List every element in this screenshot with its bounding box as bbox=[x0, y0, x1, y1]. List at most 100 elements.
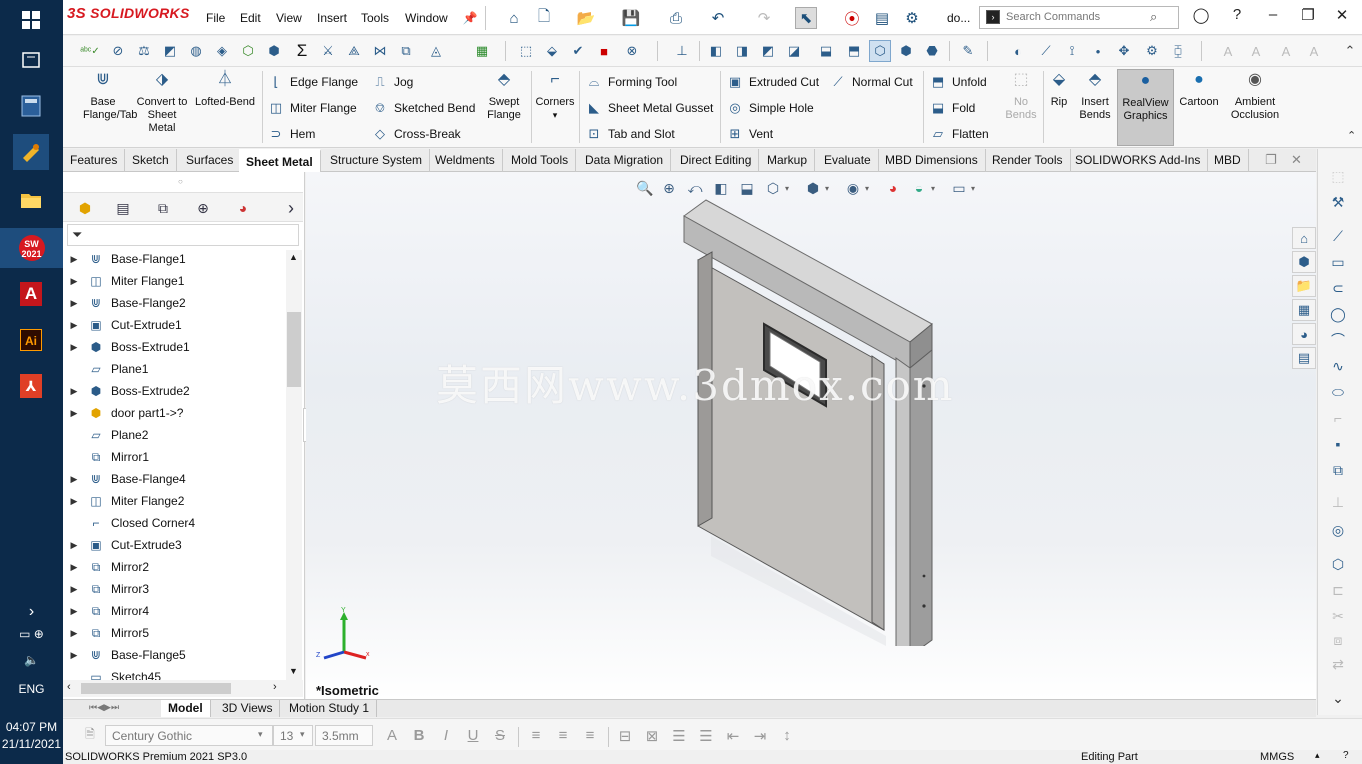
help-icon[interactable]: ? bbox=[1224, 6, 1250, 30]
lofted-bend-button[interactable]: ⏃ Lofted-Bend bbox=[191, 69, 259, 109]
check-icon[interactable]: ◈ bbox=[211, 40, 233, 62]
door-3d-model[interactable] bbox=[676, 196, 946, 646]
view-front-icon[interactable]: ◧ bbox=[705, 40, 727, 62]
tab-render-tools[interactable]: Render Tools bbox=[985, 149, 1071, 172]
customize-status-icon[interactable]: ? bbox=[1343, 750, 1349, 761]
tree-item[interactable]: ▶ ▣ Cut-Extrude3 bbox=[63, 534, 285, 556]
scroll-down-arrow-icon[interactable]: ▼ bbox=[289, 666, 298, 676]
sensor-icon[interactable]: ◍ bbox=[185, 40, 207, 62]
graphics-viewport[interactable]: 🔍 ⊕ ⤺ ◧ ⬓ ⬡ ▾ ⬢ ▾ ◉ ▾ ◕ ◒ ▾ ▭ ▾ 莫西网www.3… bbox=[306, 172, 1316, 699]
zoom-to-fit-icon[interactable]: 🔍 bbox=[634, 177, 656, 199]
font-select[interactable]: Century Gothic ▾ bbox=[105, 725, 273, 746]
move-icon[interactable]: ✥ bbox=[1113, 40, 1135, 62]
unfold-button[interactable]: ⬒ Unfold bbox=[929, 72, 987, 92]
tree-vertical-scrollbar[interactable]: ▲ ▼ bbox=[286, 250, 302, 680]
simple-hole-button[interactable]: ◎ Simple Hole bbox=[726, 98, 813, 118]
tree-item[interactable]: ▶ ⧉ Mirror4 bbox=[63, 600, 285, 622]
indent-increase-icon[interactable]: ⇥ bbox=[749, 725, 771, 746]
open-icon[interactable]: 📂 bbox=[575, 7, 597, 29]
revision-icon[interactable]: A bbox=[1303, 40, 1325, 62]
design-library-icon[interactable]: ⬢ bbox=[1292, 251, 1316, 273]
tab-solidworks-addins[interactable]: SOLIDWORKS Add-Ins bbox=[1068, 149, 1209, 172]
3d-sketch-icon[interactable]: ⬡ bbox=[1326, 553, 1350, 575]
tab-mold-tools[interactable]: Mold Tools bbox=[504, 149, 577, 172]
text-icon[interactable]: A bbox=[1217, 40, 1239, 62]
tree-item[interactable]: ▶ ◫ Miter Flange2 bbox=[63, 490, 285, 512]
sketch-disabled-icon[interactable]: ⬚ bbox=[1326, 165, 1350, 187]
search-icon[interactable]: ⌕ bbox=[1150, 9, 1157, 25]
symmetry-check-icon[interactable]: ⧉ bbox=[395, 40, 417, 62]
tree-item[interactable]: ▶ ⧉ Mirror3 bbox=[63, 578, 285, 600]
tab-mbd-dimensions[interactable]: MBD Dimensions bbox=[878, 149, 986, 172]
network-icon[interactable]: ▭ ⊕ bbox=[0, 627, 63, 641]
tree-item[interactable]: ▶ ⋓ Base-Flange1 bbox=[63, 248, 285, 270]
expand-arrow-icon[interactable]: ▶ bbox=[63, 298, 85, 309]
spell-check-icon[interactable]: ᵃᵇᶜ✓ bbox=[79, 40, 101, 62]
insert-bends-button[interactable]: ⬘ Insert Bends bbox=[1075, 69, 1115, 122]
tree-item[interactable]: ▱ Plane2 bbox=[63, 424, 285, 446]
align-left-icon[interactable]: ≡ bbox=[525, 725, 547, 746]
tab-sheet-metal[interactable]: Sheet Metal bbox=[239, 149, 321, 172]
chevron-right-icon[interactable]: › bbox=[0, 603, 63, 621]
close-document-icon[interactable]: ✕ bbox=[1291, 152, 1302, 168]
illustrator-icon[interactable]: Ai bbox=[13, 322, 49, 358]
settings-cog-icon[interactable]: ⚙ bbox=[1141, 40, 1163, 62]
tree-item[interactable]: ▶ ⋓ Base-Flange4 bbox=[63, 468, 285, 490]
custom-properties-icon[interactable]: ▤ bbox=[1292, 347, 1316, 369]
mirror-entities-icon[interactable]: ⊥ bbox=[1326, 491, 1350, 513]
toolbar-overflow-icon[interactable]: ⌃ bbox=[1339, 40, 1361, 62]
flatten-button[interactable]: ▱ Flatten bbox=[929, 124, 989, 144]
dimxpert-manager-tab-icon[interactable]: ⊕ bbox=[185, 196, 221, 220]
sketch-point-icon[interactable]: ▪ bbox=[1326, 433, 1350, 455]
offset-entities-icon[interactable]: ⧉ bbox=[1326, 459, 1350, 481]
file-properties-icon[interactable]: ▤ bbox=[871, 7, 893, 29]
tab-model[interactable]: Model bbox=[161, 700, 211, 717]
tab-surfaces[interactable]: Surfaces bbox=[179, 149, 242, 172]
tab-structure-system[interactable]: Structure System bbox=[323, 149, 431, 172]
forming-tool-button[interactable]: ⌓ Forming Tool bbox=[585, 72, 677, 92]
search-commands-input[interactable]: › Search Commands ⌕ bbox=[979, 6, 1179, 29]
tree-item[interactable]: ▶ ⬢ Boss-Extrude2 bbox=[63, 380, 285, 402]
circle-icon[interactable]: ◯ bbox=[1326, 303, 1350, 325]
solidworks-resources-home-icon[interactable]: ⌂ bbox=[1292, 227, 1316, 249]
configuration-manager-tab-icon[interactable]: ⧉ bbox=[145, 196, 181, 220]
note-icon[interactable]: A bbox=[1245, 40, 1267, 62]
print-icon[interactable]: ⎙ bbox=[665, 7, 687, 29]
view-back-icon[interactable]: ◨ bbox=[731, 40, 753, 62]
reference-geometry-icon[interactable]: ◎ bbox=[1326, 519, 1350, 541]
convert-entities-icon[interactable]: ⊏ bbox=[1326, 579, 1350, 601]
sketch-line-icon[interactable]: ⟋ bbox=[1035, 40, 1057, 62]
feature-manager-tab-icon[interactable]: ⬢ bbox=[67, 196, 103, 220]
sheet-metal-gusset-button[interactable]: ◣ Sheet Metal Gusset bbox=[585, 98, 713, 118]
dropdown-icon[interactable]: ▾ bbox=[962, 177, 984, 199]
collapse-ribbon-icon[interactable]: ⌃ bbox=[1347, 129, 1356, 142]
font-size-select[interactable]: 13 ▾ bbox=[273, 725, 313, 746]
select-pointer-icon[interactable]: ⬉ bbox=[795, 7, 817, 29]
close-button[interactable]: ✕ bbox=[1329, 6, 1355, 30]
solidworks-logo[interactable]: 3S SOLIDWORKS bbox=[67, 5, 190, 22]
jog-button[interactable]: ⎍ Jog bbox=[371, 72, 413, 92]
clock-date[interactable]: 21/11/2021 bbox=[0, 737, 63, 751]
rectangle-icon[interactable]: ▭ bbox=[1326, 251, 1350, 273]
strikethrough-icon[interactable]: S bbox=[489, 725, 511, 746]
base-flange-tab-button[interactable]: ⋓ Base Flange/Tab bbox=[83, 69, 137, 122]
align-center-icon[interactable]: ≡ bbox=[552, 725, 574, 746]
tree-item[interactable]: ⧉ Mirror1 bbox=[63, 446, 285, 468]
menu-file[interactable]: File bbox=[206, 11, 225, 25]
line-icon[interactable]: ⟋ bbox=[1326, 225, 1350, 247]
expand-toolbar-chevron-icon[interactable]: ⌄ bbox=[1326, 687, 1350, 709]
swept-flange-button[interactable]: ⬘ Swept Flange bbox=[481, 69, 527, 122]
interference-icon[interactable]: ⚔ bbox=[317, 40, 339, 62]
split-line-icon[interactable]: ⋈ bbox=[369, 40, 391, 62]
menu-window[interactable]: Window bbox=[405, 11, 448, 25]
tab-weldments[interactable]: Weldments bbox=[428, 149, 503, 172]
section-view-icon[interactable]: ◐ bbox=[1007, 40, 1029, 62]
scroll-left-arrow-icon[interactable]: ‹ bbox=[67, 681, 71, 693]
view-bottom-icon[interactable]: ⬒ bbox=[843, 40, 865, 62]
windows-start-icon[interactable] bbox=[13, 2, 49, 38]
rebuild-traffic-light-icon[interactable]: ⦿ bbox=[841, 7, 863, 29]
table-icon[interactable]: ⊠ bbox=[641, 725, 663, 746]
tab-data-migration[interactable]: Data Migration bbox=[578, 149, 672, 172]
normal-cut-button[interactable]: ⟋ Normal Cut bbox=[829, 72, 912, 92]
tree-item[interactable]: ▶ ⋓ Base-Flange2 bbox=[63, 292, 285, 314]
